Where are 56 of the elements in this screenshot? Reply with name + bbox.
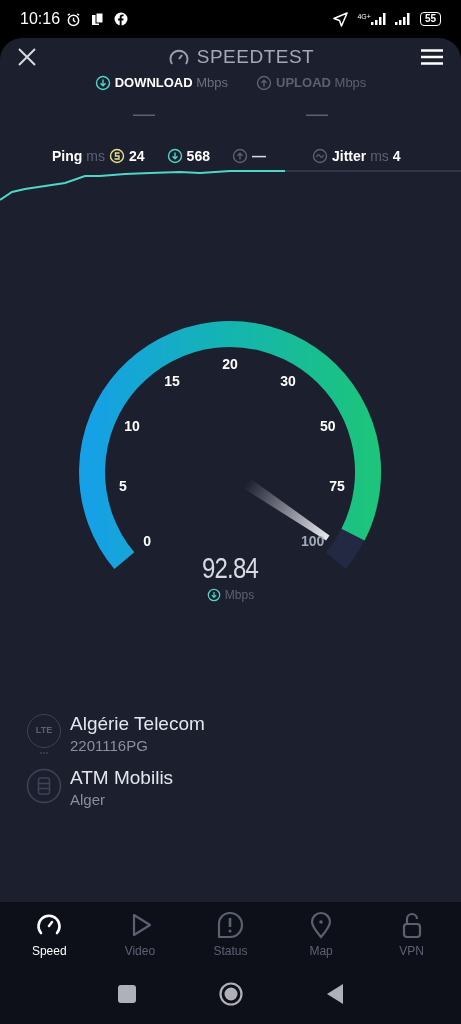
provider-name: ATM Mobilis — [70, 766, 174, 790]
scale-label: 100 — [301, 534, 325, 549]
provider-detail: Alger — [70, 790, 107, 810]
signal-icon — [370, 13, 387, 25]
signal-icon — [394, 13, 411, 25]
nav-tab[interactable]: Map — [286, 910, 357, 960]
jitter-value: 4 — [392, 146, 401, 166]
speed-reading: 92.84 — [202, 553, 259, 583]
sim-card-icon — [91, 12, 105, 26]
scale-label: 10 — [124, 419, 140, 434]
scale-label: 75 — [329, 479, 345, 494]
download-icon — [206, 588, 221, 602]
nav-tab[interactable]: Speed — [14, 910, 85, 960]
scale-label: 0 — [143, 534, 152, 549]
facebook-icon — [114, 12, 129, 26]
back-button[interactable] — [325, 983, 344, 1005]
speed-value: — — [305, 103, 329, 125]
provider-name: Algérie Telecom — [70, 712, 205, 736]
upload-icon — [256, 75, 273, 91]
ping-value: 24 — [129, 146, 145, 166]
provider-detail: 2201116PG — [70, 736, 149, 756]
scale-label: 20 — [222, 357, 238, 371]
upload-icon — [231, 148, 248, 164]
battery-indicator: 55 — [419, 12, 441, 26]
ping-label: Ping — [52, 146, 83, 166]
tab[interactable]: UPLOAD Mbps — [256, 73, 367, 93]
download-icon — [166, 148, 183, 164]
gauge-icon — [168, 48, 189, 66]
location-arrow-icon — [333, 11, 349, 27]
ping-icon — [109, 148, 125, 164]
download-icon — [94, 75, 111, 91]
scale-label: 5 — [119, 479, 127, 494]
alarm-icon — [66, 11, 82, 27]
recents-button[interactable] — [117, 985, 136, 1003]
nav-tab[interactable]: Status — [195, 910, 266, 960]
unit-label: ms — [370, 146, 389, 166]
menu-icon[interactable] — [421, 49, 443, 65]
close-icon[interactable] — [18, 48, 36, 66]
jitter-icon — [311, 148, 328, 164]
alert-icon — [216, 910, 245, 939]
unit-label: Mbps — [224, 587, 255, 604]
scale-label: 15 — [164, 373, 180, 388]
unit-label: ms — [86, 146, 105, 166]
clock-time: 10:16 — [20, 9, 61, 29]
home-button[interactable] — [218, 982, 243, 1006]
jitter-label: Jitter — [331, 146, 367, 166]
scale-label: 50 — [320, 419, 336, 434]
download-value: 568 — [186, 146, 210, 166]
upload-value: — — [251, 146, 266, 166]
speed-value: — — [132, 103, 156, 125]
scale-label: 30 — [280, 373, 296, 388]
tab[interactable]: DOWNLOAD Mbps — [94, 73, 229, 93]
app-title: SPEEDTEST — [196, 44, 315, 69]
nav-tab[interactable]: VPN — [376, 910, 447, 960]
nav-tab[interactable]: Video — [104, 910, 175, 960]
server-icon — [26, 768, 62, 804]
